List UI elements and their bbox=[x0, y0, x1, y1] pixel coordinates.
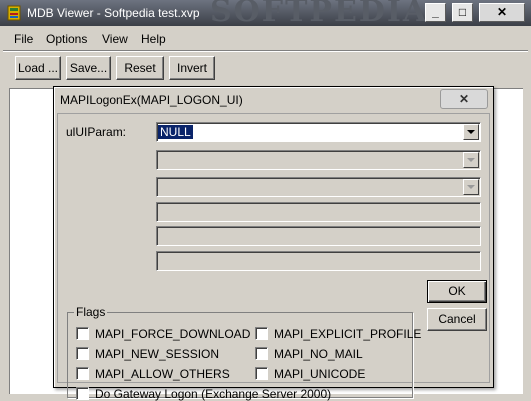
toolbar-divider bbox=[3, 50, 528, 52]
menu-bar: File Options View Help bbox=[0, 30, 531, 48]
invert-button[interactable]: Invert bbox=[169, 56, 215, 80]
param-combo[interactable]: NULL bbox=[156, 122, 481, 142]
checkbox-label: MAPI_ALLOW_OTHERS bbox=[95, 367, 230, 381]
checkbox[interactable] bbox=[76, 387, 89, 400]
combo-2 bbox=[156, 150, 481, 170]
menu-options[interactable]: Options bbox=[46, 32, 87, 46]
watermark: SOFTPEDIA bbox=[210, 0, 429, 26]
minimize-button[interactable]: _ bbox=[425, 3, 446, 22]
maximize-button[interactable]: □ bbox=[452, 3, 473, 22]
flags-legend: Flags bbox=[74, 305, 108, 319]
reset-button[interactable]: Reset bbox=[116, 56, 164, 80]
param-value: NULL bbox=[158, 125, 193, 139]
menu-view[interactable]: View bbox=[102, 32, 128, 46]
checkbox[interactable] bbox=[76, 347, 89, 360]
save-button[interactable]: Save... bbox=[66, 56, 111, 80]
checkbox-label: MAPI_EXPLICIT_PROFILE bbox=[274, 327, 422, 341]
mapi-logon-dialog: MAPILogonEx(MAPI_LOGON_UI) ✕ ulUIParam: … bbox=[53, 86, 494, 401]
combo-3 bbox=[156, 177, 481, 197]
load-button[interactable]: Load ... bbox=[15, 56, 61, 80]
chevron-down-icon bbox=[463, 152, 479, 168]
checkbox[interactable] bbox=[76, 367, 89, 380]
window-title: MDB Viewer - Softpedia test.xvp bbox=[27, 6, 200, 20]
menu-help[interactable]: Help bbox=[141, 32, 166, 46]
chevron-down-icon[interactable] bbox=[463, 124, 479, 140]
checkbox[interactable] bbox=[255, 327, 268, 340]
text-field-3 bbox=[156, 251, 481, 271]
menu-file[interactable]: File bbox=[14, 32, 33, 46]
close-button[interactable]: ✕ bbox=[479, 3, 525, 22]
dialog-body: ulUIParam: NULL Flags MAPI_FORCE_DOWNLOA… bbox=[57, 113, 490, 401]
title-bar[interactable]: SOFTPEDIA MDB Viewer - Softpedia test.xv… bbox=[0, 0, 531, 26]
ok-button[interactable]: OK bbox=[427, 280, 487, 303]
checkbox-label: MAPI_UNICODE bbox=[274, 367, 366, 381]
checkbox-label: Do Gateway Logon (Exchange Server 2000) bbox=[95, 387, 332, 401]
flags-group: Flags MAPI_FORCE_DOWNLOAD MAPI_EXPLICIT_… bbox=[67, 305, 421, 401]
checkbox-label: MAPI_NEW_SESSION bbox=[95, 347, 220, 361]
checkbox-label: MAPI_FORCE_DOWNLOAD bbox=[95, 327, 251, 341]
text-field-1 bbox=[156, 202, 481, 222]
checkbox[interactable] bbox=[76, 327, 89, 340]
cancel-button[interactable]: Cancel bbox=[427, 308, 487, 331]
mdb-viewer-icon bbox=[7, 5, 21, 21]
chevron-down-icon bbox=[463, 179, 479, 195]
dialog-close-button[interactable]: ✕ bbox=[440, 89, 488, 109]
dialog-title: MAPILogonEx(MAPI_LOGON_UI) bbox=[60, 93, 243, 107]
text-field-2 bbox=[156, 226, 481, 246]
checkbox-label: MAPI_NO_MAIL bbox=[274, 347, 363, 361]
param-label: ulUIParam: bbox=[66, 125, 127, 139]
main-window: SOFTPEDIA MDB Viewer - Softpedia test.xv… bbox=[0, 0, 531, 401]
checkbox[interactable] bbox=[255, 347, 268, 360]
checkbox[interactable] bbox=[255, 367, 268, 380]
